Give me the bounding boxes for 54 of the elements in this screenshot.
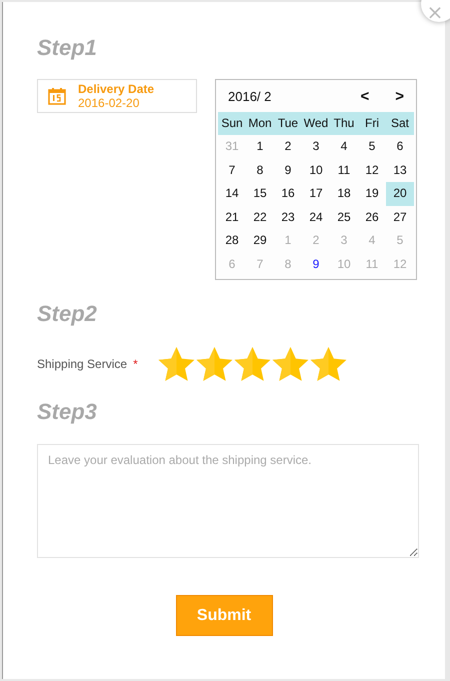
calendar-day[interactable]: 10 [302, 158, 330, 182]
calendar-day[interactable]: 9 [302, 252, 330, 276]
comment-field[interactable]: Leave your evaluation about the shipping service. [37, 444, 419, 558]
calendar-day[interactable]: 2 [274, 135, 302, 158]
calendar-day[interactable]: 23 [274, 206, 302, 229]
calendar-day[interactable]: 29 [246, 229, 274, 252]
calendar-day[interactable]: 5 [358, 135, 386, 158]
calendar-day[interactable]: 4 [330, 135, 358, 158]
star-icon[interactable] [158, 346, 195, 382]
calendar-day[interactable]: 13 [386, 158, 414, 182]
calendar-day[interactable]: 8 [246, 158, 274, 182]
calendar-day[interactable]: 1 [246, 135, 274, 158]
calendar-day[interactable]: 25 [330, 206, 358, 229]
weekday-header: Sat [386, 112, 414, 135]
star-icon[interactable] [310, 346, 347, 382]
star-icon[interactable] [272, 346, 309, 382]
star-icon[interactable] [234, 346, 271, 382]
required-mark: * [133, 357, 138, 371]
calendar-day[interactable]: 11 [330, 158, 358, 182]
calendar-day[interactable]: 17 [302, 182, 330, 206]
weekday-header: Thu [330, 112, 358, 135]
selected-day[interactable]: 20 [386, 182, 414, 206]
calendar-day[interactable]: 26 [358, 206, 386, 229]
calendar-icon [48, 87, 66, 105]
date-label: Delivery Date [78, 82, 154, 96]
previous-month-button[interactable]: < [360, 88, 370, 104]
month-title: 2016/ 2 [228, 88, 272, 104]
calendar-day[interactable]: 9 [274, 158, 302, 182]
calendar-day[interactable]: 12 [358, 158, 386, 182]
calendar-day[interactable]: 19 [358, 182, 386, 206]
calendar-day[interactable]: 28 [218, 229, 246, 252]
calendar-day[interactable]: 14 [218, 182, 246, 206]
calendar-day[interactable]: 21 [218, 206, 246, 229]
calendar-day[interactable]: 18 [330, 182, 358, 206]
weekday-header: Fri [358, 112, 386, 135]
weekday-header: Wed [302, 112, 330, 135]
calendar-day[interactable]: 7 [218, 158, 246, 182]
step-title: Step2 [37, 300, 98, 328]
star-icon[interactable] [196, 346, 233, 382]
weekday-header: Sun [218, 112, 246, 135]
calendar-day[interactable]: 3 [302, 135, 330, 158]
calendar-day[interactable]: 27 [386, 206, 414, 229]
weekday-header: Mon [246, 112, 274, 135]
calendar-day[interactable]: 16 [274, 182, 302, 206]
step-title: Step1 [37, 34, 98, 62]
calendar-day[interactable]: 24 [302, 206, 330, 229]
step-title: Step3 [37, 398, 98, 426]
calendar-day[interactable]: 22 [246, 206, 274, 229]
calendar-day[interactable]: 15 [246, 182, 274, 206]
calendar-day[interactable]: 6 [386, 135, 414, 158]
rating-label: Shipping Service [37, 357, 128, 371]
weekday-header: Tue [274, 112, 302, 135]
next-month-button[interactable]: > [395, 88, 404, 104]
date-value: 2016-02-20 [78, 96, 140, 110]
